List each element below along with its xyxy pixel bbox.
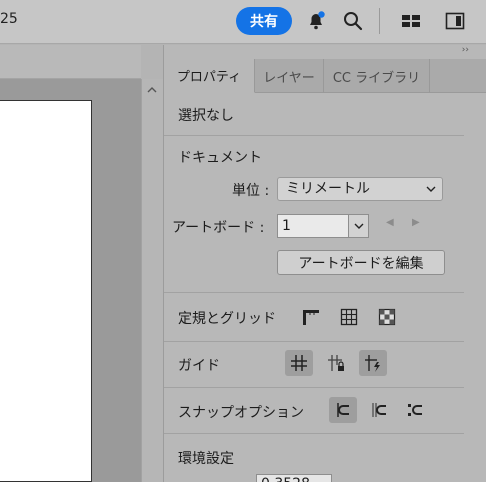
panel-toggle-icon[interactable]: [442, 8, 468, 34]
tab-cc-libraries[interactable]: CC ライブラリ: [324, 59, 430, 93]
smart-guides-icon[interactable]: [359, 350, 387, 376]
grid-icon[interactable]: [335, 304, 363, 330]
snap-to-point-icon[interactable]: [401, 397, 429, 423]
tab-layers[interactable]: レイヤー: [255, 59, 324, 93]
keyboard-increment-input[interactable]: 0.3528: [256, 474, 332, 482]
snap-to-pixel-icon[interactable]: [329, 397, 357, 423]
selection-status: 選択なし: [178, 108, 234, 124]
unit-value: ミリメートル: [286, 181, 370, 197]
artboard-dropdown-button[interactable]: [349, 214, 369, 238]
artboard-label: アートボード :: [172, 220, 265, 236]
toolbar-separator: [379, 8, 380, 34]
unit-label: 単位 :: [232, 183, 270, 199]
rulers-grid-label: 定規とグリッド: [178, 311, 276, 327]
edit-artboards-button[interactable]: アートボードを編集: [277, 250, 445, 275]
guides-label: ガイド: [178, 358, 220, 374]
next-artboard-icon[interactable]: ▶: [412, 217, 420, 228]
search-icon[interactable]: [340, 8, 366, 34]
divider: [164, 292, 464, 293]
scroll-up-arrow[interactable]: [141, 79, 163, 101]
chevron-down-icon: [426, 178, 436, 200]
snap-options-label: スナップオプション: [178, 405, 304, 421]
artboard[interactable]: [0, 100, 92, 482]
panel-tabs: プロパティ レイヤー CC ライブラリ: [164, 59, 486, 93]
document-section-title: ドキュメント: [178, 150, 262, 166]
transparency-grid-icon[interactable]: [373, 304, 401, 330]
lock-guides-icon[interactable]: [322, 350, 350, 376]
vertical-scrollbar[interactable]: [141, 79, 163, 482]
divider: [164, 341, 464, 342]
tab-properties[interactable]: プロパティ: [164, 59, 255, 93]
show-guides-icon[interactable]: [285, 350, 313, 376]
panel-header: ››: [164, 45, 486, 59]
canvas-area[interactable]: [0, 45, 141, 482]
unit-dropdown[interactable]: ミリメートル: [277, 177, 443, 201]
app-top-bar: 25 共有: [0, 0, 486, 44]
canvas-tab-strip: [0, 45, 141, 79]
artboard-number-input[interactable]: 1: [277, 214, 349, 238]
rulers-icon[interactable]: [297, 304, 325, 330]
zoom-level-text: 25: [0, 11, 18, 27]
share-button[interactable]: 共有: [236, 7, 292, 35]
properties-panel: ›› プロパティ レイヤー CC ライブラリ 選択なし ドキュメント 単位 : …: [163, 45, 486, 482]
divider: [164, 135, 464, 136]
previous-artboard-icon[interactable]: ◀: [386, 217, 394, 228]
snap-to-grid-icon[interactable]: [365, 397, 393, 423]
collapse-panel-icon[interactable]: ››: [462, 45, 469, 55]
workspace-icon[interactable]: [398, 8, 424, 34]
chevron-down-icon: [354, 223, 363, 229]
bell-icon[interactable]: [303, 8, 329, 34]
divider: [164, 433, 464, 434]
preferences-section-title: 環境設定: [178, 451, 234, 467]
divider: [164, 387, 464, 388]
